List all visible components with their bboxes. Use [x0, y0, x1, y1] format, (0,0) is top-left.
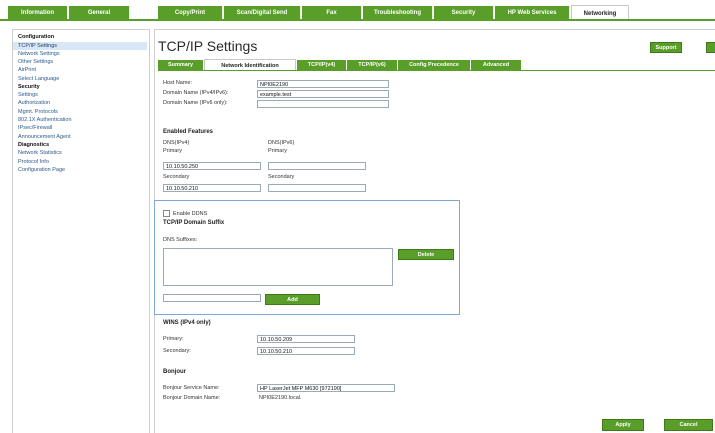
- support-button[interactable]: Support: [650, 42, 682, 53]
- enabled-features-heading: Enabled Features: [163, 129, 214, 135]
- wins-secondary-input[interactable]: 10.10.50.210: [257, 347, 355, 355]
- page-title: TCP/IP Settings: [158, 38, 258, 54]
- tab-information[interactable]: Information: [8, 6, 68, 19]
- dns-v6-secondary-input[interactable]: [268, 184, 366, 192]
- bonjour-heading: Bonjour: [163, 369, 186, 375]
- dns-v4-primary-input[interactable]: 10.10.50.250: [163, 162, 261, 170]
- sidebar-item-authorization[interactable]: Authorization: [18, 100, 50, 106]
- tab-fax[interactable]: Fax: [302, 6, 362, 19]
- tab-tcpip-v4[interactable]: TCP/IP(v4): [297, 60, 346, 70]
- sidebar-item-protocol-info[interactable]: Protocol Info: [18, 159, 49, 165]
- sidebar-item-802-1x-authentication[interactable]: 802.1X Authentication: [18, 117, 72, 123]
- tab-copy-print[interactable]: Copy/Print: [158, 6, 223, 19]
- host-name-input[interactable]: NPI0E2190: [257, 80, 389, 88]
- dns-suffixes-list[interactable]: [163, 248, 393, 286]
- wins-primary-input[interactable]: 10.10.50.209: [257, 335, 355, 343]
- top-navigation: Information General Copy/Print Scan/Digi…: [0, 0, 715, 22]
- sidebar-item-tcp-ip-settings[interactable]: TCP/IP Settings: [13, 42, 147, 51]
- tab-general[interactable]: General: [69, 6, 130, 19]
- tab-troubleshooting[interactable]: Troubleshooting: [363, 6, 433, 19]
- sidebar-item-airprint[interactable]: AirPrint: [18, 67, 36, 73]
- help-button[interactable]: [706, 42, 715, 53]
- sidebar-item-security: Security: [18, 83, 40, 90]
- domain-suffix-heading: TCP/IP Domain Suffix: [163, 220, 225, 226]
- tab-summary[interactable]: Summary: [158, 60, 203, 70]
- new-suffix-input[interactable]: [163, 294, 261, 302]
- bonjour-service-name-input[interactable]: HP LaserJet MFP M630 [972190]: [257, 384, 395, 392]
- sidebar-item-settings[interactable]: Settings: [18, 92, 38, 98]
- wins-primary-label: Primary:: [163, 336, 184, 342]
- sidebar-item-network-statistics[interactable]: Network Statistics: [18, 150, 62, 156]
- tab-tcpip-v6[interactable]: TCP/IP(v6): [347, 60, 397, 70]
- sidebar-item-configuration: Configuration: [18, 34, 55, 40]
- tab-config-precedence[interactable]: Config Precedence: [398, 60, 470, 70]
- sidebar-item-network-settings[interactable]: Network Settings: [18, 51, 60, 57]
- sidebar-item-select-language[interactable]: Select Language: [18, 76, 59, 82]
- enable-ddns-checkbox[interactable]: [163, 210, 170, 217]
- cancel-button[interactable]: Cancel: [664, 419, 713, 431]
- bonjour-service-name-label: Bonjour Service Name:: [163, 385, 220, 391]
- add-suffix-button[interactable]: Add: [265, 294, 320, 305]
- sidebar-item-other-settings[interactable]: Other Settings: [18, 59, 53, 65]
- subtab-underline: [158, 70, 715, 71]
- dns-v6-secondary-label: Secondary: [268, 174, 295, 180]
- bonjour-domain-name-value: NPI0E2190.local.: [259, 395, 302, 401]
- dns-v6-primary-input[interactable]: [268, 162, 366, 170]
- dns-suffixes-label: DNS Suffixes:: [163, 237, 198, 243]
- wins-heading: WINS (IPv4 only): [163, 320, 211, 326]
- tab-advanced[interactable]: Advanced: [471, 60, 521, 70]
- dns-v4-primary-label: Primary: [163, 148, 182, 154]
- domain-name-v6-label: Domain Name (IPv6 only):: [163, 100, 228, 106]
- domain-name-v4-label: Domain Name (IPv4/IPv6):: [163, 90, 229, 96]
- apply-button[interactable]: Apply: [602, 419, 644, 431]
- enable-ddns-label: Enable DDNS: [173, 211, 208, 217]
- nav-underline: [0, 19, 715, 21]
- sidebar-item-diagnostics: Diagnostics: [18, 141, 50, 148]
- sidebar-item-mgmt-protocols[interactable]: Mgmt. Protocols: [18, 109, 58, 115]
- sidebar-item-announcement-agent[interactable]: Announcement Agent: [18, 134, 71, 140]
- sidebar-item-configuration-page[interactable]: Configuration Page: [18, 167, 65, 173]
- dns-v4-label: DNS(IPv4): [163, 140, 190, 146]
- host-name-label: Host Name:: [163, 80, 193, 86]
- dns-v6-label: DNS(IPv6): [268, 140, 295, 146]
- domain-name-v4-input[interactable]: example.test: [257, 90, 389, 98]
- dns-v4-secondary-input[interactable]: 10.10.50.210: [163, 184, 261, 192]
- dns-v4-secondary-label: Secondary: [163, 174, 190, 180]
- sidebar-item-ipsec-firewall[interactable]: IPsec/Firewall: [18, 125, 52, 131]
- tab-hp-web-services[interactable]: HP Web Services: [495, 6, 570, 19]
- delete-suffix-button[interactable]: Delete: [398, 249, 454, 260]
- domain-name-v6-input[interactable]: [257, 100, 389, 108]
- tab-security[interactable]: Security: [434, 6, 494, 19]
- tab-scan-digital-send[interactable]: Scan/Digital Send: [224, 6, 301, 19]
- bonjour-domain-name-label: Bonjour Domain Name:: [163, 395, 221, 401]
- dns-v6-primary-label: Primary: [268, 148, 287, 154]
- wins-secondary-label: Secondary:: [163, 348, 191, 354]
